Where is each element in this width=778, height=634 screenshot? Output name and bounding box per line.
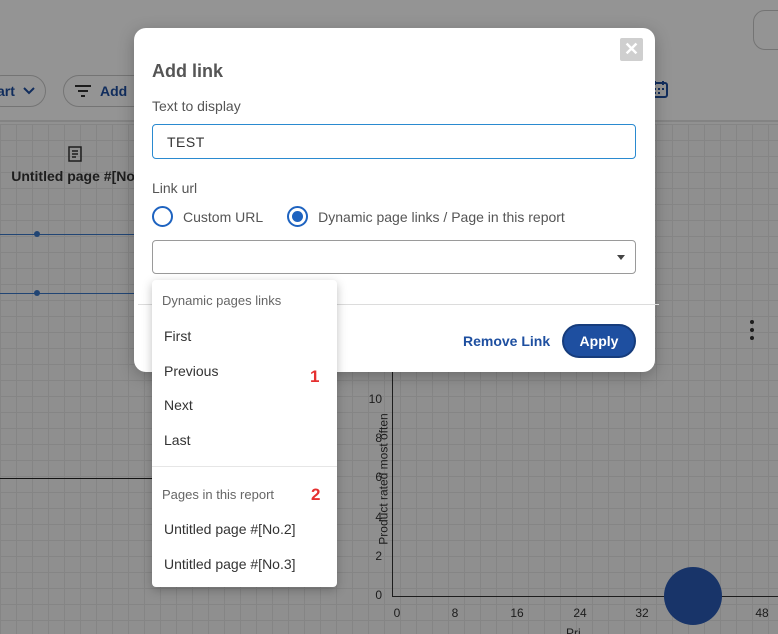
page-link-dropdown: Dynamic pages links First Previous Next …: [152, 280, 337, 587]
custom-url-radio-label[interactable]: Custom URL: [183, 209, 263, 225]
custom-url-radio[interactable]: [152, 206, 173, 227]
dialog-title: Add link: [152, 61, 223, 81]
dropdown-option-page-2[interactable]: Untitled page #[No.2]: [164, 521, 296, 537]
dropdown-option-page-3[interactable]: Untitled page #[No.3]: [164, 556, 296, 572]
dynamic-pages-group-header: Dynamic pages links: [162, 293, 282, 308]
annotation-badge-2: 2: [311, 485, 321, 504]
dropdown-option-last[interactable]: Last: [164, 432, 190, 448]
text-to-display-input[interactable]: [152, 124, 636, 159]
text-to-display-label: Text to display: [152, 98, 241, 114]
dropdown-option-previous[interactable]: Previous: [164, 363, 218, 379]
dynamic-page-links-radio[interactable]: [287, 206, 309, 227]
caret-down-icon: [617, 255, 625, 260]
annotation-badge-1: 1: [310, 367, 320, 386]
link-type-radio-group: Custom URL Dynamic page links / Page in …: [152, 206, 589, 227]
close-icon[interactable]: ✕: [620, 38, 643, 61]
remove-link-button[interactable]: Remove Link: [463, 333, 550, 349]
dropdown-option-first[interactable]: First: [164, 328, 191, 344]
apply-button[interactable]: Apply: [562, 324, 636, 358]
dropdown-option-next[interactable]: Next: [164, 397, 193, 413]
pages-in-report-group-header: Pages in this report: [162, 487, 275, 502]
link-url-label: Link url: [152, 180, 198, 196]
page-link-select[interactable]: [152, 240, 636, 274]
dynamic-page-links-radio-label[interactable]: Dynamic page links / Page in this report: [318, 209, 565, 225]
group-divider: [152, 466, 337, 467]
